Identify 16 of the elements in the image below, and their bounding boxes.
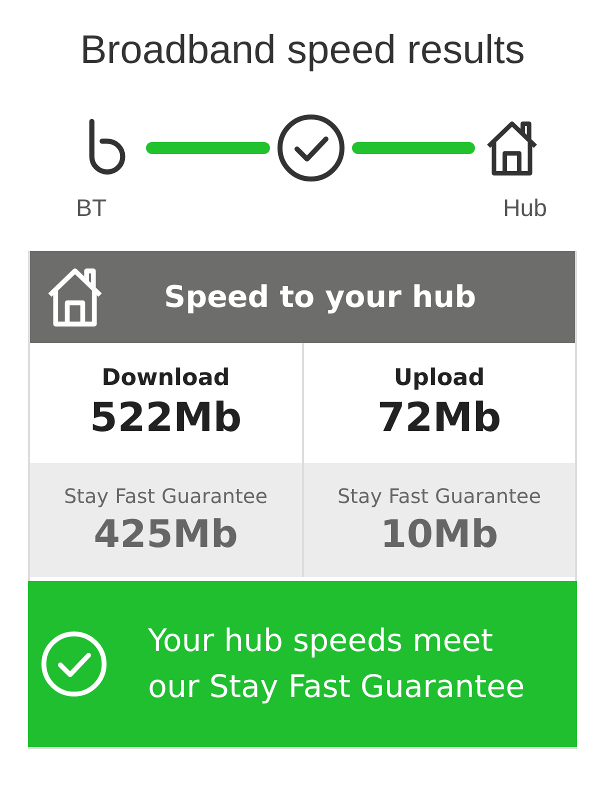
house-icon [46,266,104,328]
guarantee-value: 10Mb [380,512,498,556]
speed-label: Download [102,365,230,391]
hub-label: Hub [502,195,547,223]
speed-value: 72Mb [377,395,502,441]
page-title: Broadband speed results [79,28,526,73]
speed-value: 522Mb [90,395,242,441]
check-circle-icon [40,630,108,698]
guarantee-value: 425Mb [94,512,238,556]
speed-label: Upload [394,365,485,391]
guarantee-label: Stay Fast Guarantee [64,484,268,508]
result-message: Your hub speeds meet our Stay Fast Guarantee [148,622,526,707]
guarantee-label: Stay Fast Guarantee [337,484,542,508]
bt-label: BT [76,195,107,223]
card-heading: Speed to your hub [164,280,476,314]
check-circle-icon [276,113,346,183]
